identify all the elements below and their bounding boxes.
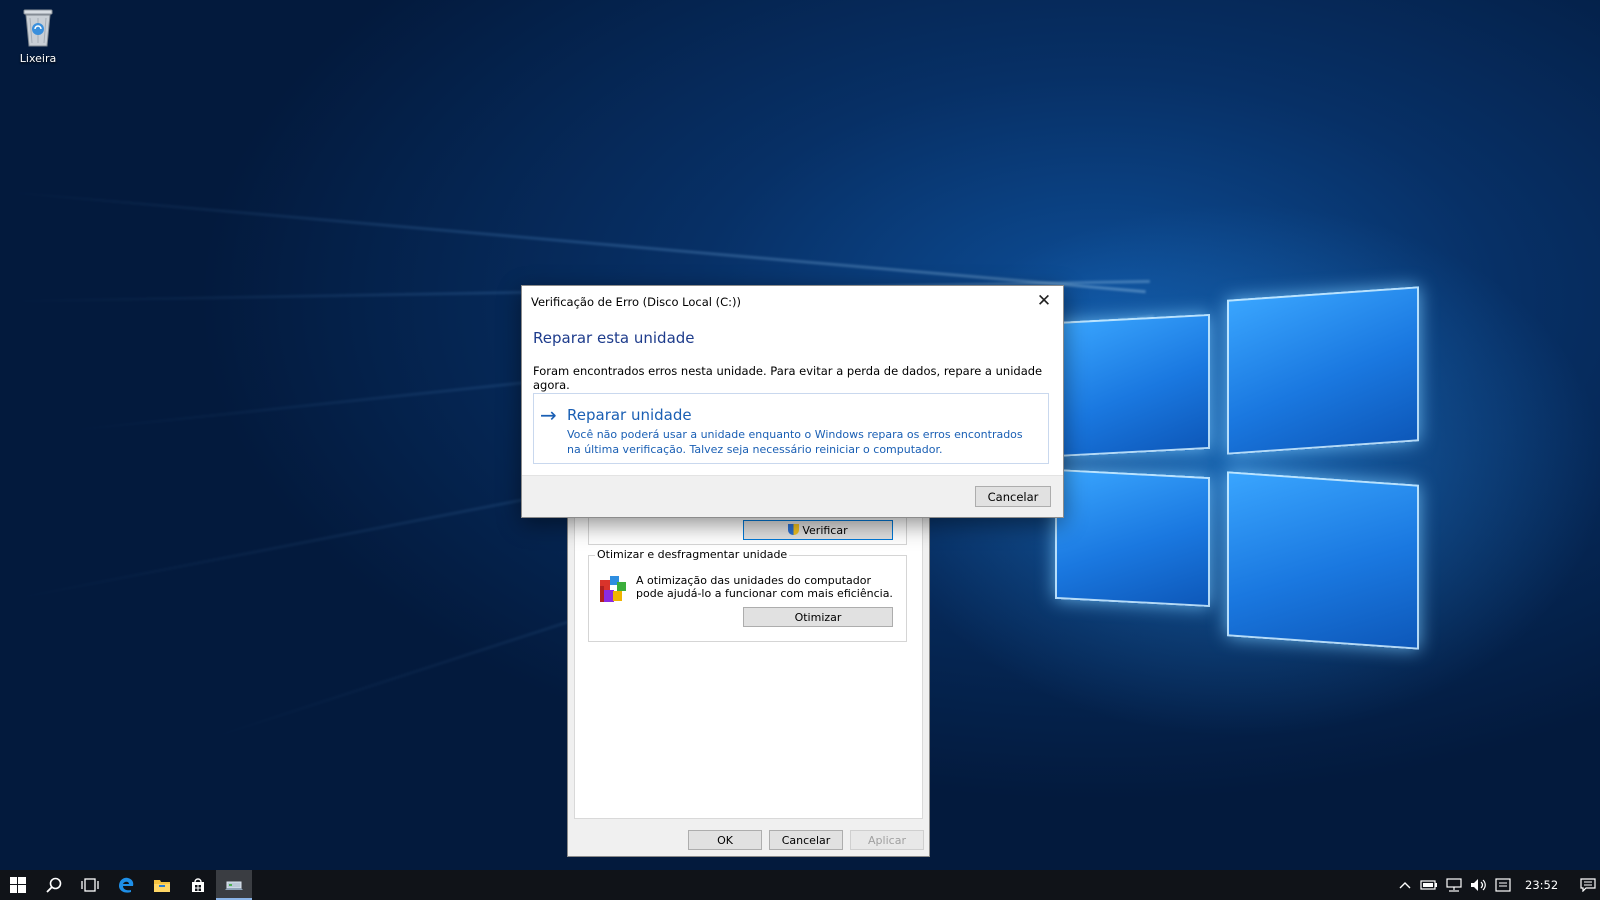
battery-icon[interactable]: [1418, 870, 1440, 900]
recycle-bin-desktop-icon[interactable]: Lixeira: [10, 8, 66, 65]
disk-check-app-icon[interactable]: [216, 870, 252, 900]
optimize-group-title: Otimizar e desfragmentar unidade: [595, 548, 790, 561]
repair-drive-title: Reparar unidade: [567, 406, 692, 424]
properties-cancel-button[interactable]: Cancelar: [769, 830, 843, 850]
volume-icon[interactable]: [1468, 870, 1490, 900]
store-icon[interactable]: [180, 870, 216, 900]
optimize-group: Otimizar e desfragmentar unidade A otimi…: [588, 548, 907, 642]
recycle-bin-icon: [21, 8, 55, 48]
properties-tab-panel: Verificar Otimizar e desfragmentar unida…: [574, 504, 923, 819]
recycle-bin-label: Lixeira: [19, 52, 57, 65]
search-icon[interactable]: [36, 870, 72, 900]
taskbar: 23:52: [0, 870, 1600, 900]
dialog-footer: Cancelar: [522, 475, 1063, 517]
apply-button[interactable]: Aplicar: [850, 830, 924, 850]
check-button[interactable]: Verificar: [743, 520, 893, 540]
ime-icon[interactable]: [1492, 870, 1514, 900]
close-icon[interactable]: ✕: [1029, 288, 1059, 314]
arrow-right-icon: →: [540, 403, 557, 427]
error-check-dialog: Verificação de Erro (Disco Local (C:)) ✕…: [521, 285, 1064, 518]
windows-start-icon[interactable]: [0, 870, 36, 900]
optimize-description: A otimização das unidades do computador …: [636, 574, 893, 600]
windows-logo-wallpaper: [1055, 286, 1425, 668]
optimize-button[interactable]: Otimizar: [743, 607, 893, 627]
ok-button[interactable]: OK: [688, 830, 762, 850]
dialog-title: Verificação de Erro (Disco Local (C:)): [531, 295, 742, 309]
task-view-icon[interactable]: [72, 870, 108, 900]
file-explorer-icon[interactable]: [144, 870, 180, 900]
repair-drive-command-link[interactable]: → Reparar unidade Você não poderá usar a…: [533, 393, 1049, 464]
taskbar-clock[interactable]: 23:52: [1525, 870, 1558, 900]
tray-chevron-icon[interactable]: [1396, 870, 1414, 900]
dialog-cancel-button[interactable]: Cancelar: [975, 486, 1051, 507]
shield-icon: [788, 524, 800, 535]
dialog-heading: Reparar esta unidade: [533, 329, 695, 347]
drive-properties-window: Verificar Otimizar e desfragmentar unida…: [567, 504, 930, 857]
defrag-icon: [598, 572, 628, 604]
action-center-icon[interactable]: [1578, 870, 1598, 900]
edge-icon[interactable]: [108, 870, 144, 900]
repair-drive-description: Você não poderá usar a unidade enquanto …: [567, 428, 1023, 456]
network-icon[interactable]: [1443, 870, 1465, 900]
dialog-message: Foram encontrados erros nesta unidade. P…: [533, 364, 1043, 392]
